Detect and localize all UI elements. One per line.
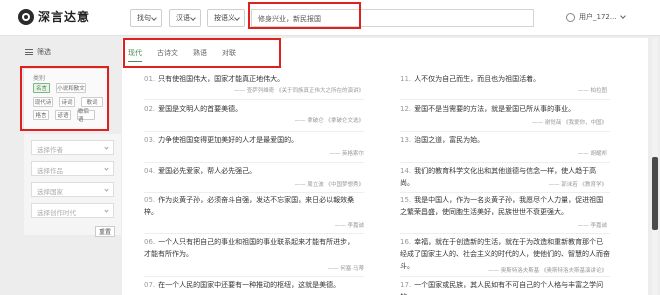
mode-select[interactable]: 按语义	[207, 9, 245, 27]
list-item[interactable]: 01. 只有使祖国伟大，国家才能真正地伟大。	[144, 73, 359, 85]
divider	[400, 131, 610, 132]
user-name: 用户_172...	[579, 13, 617, 21]
divider	[144, 131, 364, 132]
chevron-down-icon	[104, 187, 109, 192]
quote-source[interactable]: —— 何塞·马蒂	[150, 264, 365, 272]
user-icon	[566, 12, 575, 22]
language-select-label: 汉语	[176, 14, 190, 22]
list-item[interactable]: 12. 爱国不是当需要的方法，就是爱国已所从事的事业。	[400, 103, 610, 115]
quote-source[interactable]: —— 英格索尔	[150, 149, 364, 157]
chevron-down-icon	[619, 13, 626, 19]
quote-text: 一个国家或民族，其人民如有不可自己的个人格与丰富之学问的。	[400, 281, 604, 295]
list-item[interactable]: 15. 我是中国人，作为一名炎黄子孙，我愿尽个人力量，促进祖国之繁荣昌盛，使同胞生…	[400, 194, 610, 218]
list-item[interactable]: 07. 在一个人民的国家中还要有一种推动的枢纽，这就是美德。	[144, 279, 359, 291]
quote-text: 爱国是文明人的首要美德。	[158, 105, 243, 113]
search-highlight-box	[248, 2, 361, 29]
author-select[interactable]: 选择作者	[31, 140, 114, 155]
quote-text: 治国之道，富民为始。	[414, 136, 485, 144]
quote-source[interactable]: —— 李嘉诚	[405, 221, 607, 229]
divider	[144, 233, 364, 234]
author-select-placeholder: 选择作者	[37, 146, 63, 154]
divider	[144, 162, 364, 163]
quote-source[interactable]: —— 周立波 《中国梦想秀》	[150, 180, 365, 188]
list-item[interactable]: 05. 作为炎黄子孙，必须奋斗自强，发达不忘家国，来日必以報效桑梓。	[144, 194, 359, 218]
menu-icon	[25, 49, 33, 55]
country-select[interactable]: 选择国家	[31, 182, 114, 197]
divider	[400, 99, 610, 100]
list-item[interactable]: 02. 爱国是文明人的首要美德。	[144, 103, 359, 115]
quote-source[interactable]: —— 拿破仑 《拿破仑文选》	[150, 116, 365, 124]
chevron-down-icon	[190, 15, 196, 21]
list-item[interactable]: 11. 人不仅为自己而生，而且也为祖国活着。	[400, 73, 610, 85]
filter-heading: 筛选	[25, 47, 51, 57]
quote-source[interactable]: —— 奥斯特洛夫斯基 《奥斯特洛夫斯基演讲论》	[405, 266, 607, 274]
quote-text: 力争使祖国变得更加美好的人才是最爱国的。	[158, 136, 299, 144]
quote-text: 我是中国人，作为一名炎黄子孙，我愿尽个人力量，促进祖国之繁荣昌盛，使同胞生活美好…	[400, 196, 604, 216]
find-select-label: 找句	[137, 14, 151, 22]
divider	[400, 162, 610, 163]
work-select[interactable]: 选择作品	[31, 161, 114, 176]
language-select[interactable]: 汉语	[169, 9, 201, 27]
divider	[144, 99, 364, 100]
quote-text: 作为炎黄子孙，必须奋斗自强，发达不忘家国，来日必以報效桑梓。	[144, 196, 355, 216]
quote-source[interactable]: —— 胡耀邦	[405, 149, 607, 157]
quote-source[interactable]: —— 柏拉图	[405, 86, 607, 94]
category-highlight-box	[20, 66, 109, 131]
list-item[interactable]: 17.一个国家或民族，其人民如有不可自己的个人格与丰富之学问的。	[400, 279, 610, 295]
divider	[400, 276, 610, 277]
quote-text: 在一个人民的国家中还要有一种推动的枢纽，这就是美德。	[158, 281, 341, 289]
divider	[400, 192, 610, 193]
chevron-down-icon	[151, 15, 157, 21]
scrollbar-thumb[interactable]	[652, 157, 658, 230]
page: 深言达意 找句 汉语 按语义 修身兴业，新民报国 用户_172... 筛选 类别…	[0, 0, 660, 295]
divider	[400, 233, 610, 234]
reset-button[interactable]: 重置	[95, 226, 115, 237]
work-select-placeholder: 选择作品	[37, 167, 63, 175]
logo[interactable]: 深言达意	[18, 8, 90, 25]
era-select-placeholder: 选择创作时代	[37, 209, 76, 217]
list-item[interactable]: 03. 力争使祖国变得更加美好的人才是最爱国的。	[144, 134, 359, 146]
list-item[interactable]: 04. 爱国必先爱家，帮人必先强己。	[144, 165, 359, 177]
divider	[144, 276, 364, 277]
filter-title: 筛选	[37, 48, 51, 56]
logo-icon	[18, 8, 34, 25]
quote-text: 只有使祖国伟大，国家才能真正地伟大。	[158, 75, 285, 83]
quote-text: 爱国不是当需要的方法，就是爱国已所从事的事业。	[414, 105, 576, 113]
mode-select-label: 按语义	[214, 14, 235, 22]
chevron-down-icon	[104, 208, 109, 213]
tabs-highlight-box	[123, 38, 281, 68]
quote-source[interactable]: —— 谢觉哉 《我爱你，中国》	[405, 118, 607, 126]
logo-text: 深言达意	[38, 10, 91, 24]
quote-source[interactable]: —— 郭沫若 《教育学》	[405, 180, 608, 188]
find-select[interactable]: 找句	[130, 9, 162, 27]
list-item[interactable]: 06. 一个人只有把自己的事业和祖国的事业联系起来才能有所进步，才能有所作为。	[144, 236, 359, 260]
chevron-down-icon	[104, 166, 109, 171]
country-select-placeholder: 选择国家	[37, 188, 63, 196]
quote-source[interactable]: —— 查萨列维奇 《关于同族真正伟大之所在的演讲》	[150, 86, 364, 94]
chevron-down-icon	[104, 145, 109, 150]
chevron-down-icon	[234, 15, 240, 21]
user-menu[interactable]: 用户_172...	[566, 12, 626, 22]
divider	[144, 192, 364, 193]
list-item[interactable]: 13. 治国之道，富民为始。	[400, 134, 610, 146]
era-select[interactable]: 选择创作时代	[31, 203, 114, 218]
quote-source[interactable]: —— 李嘉诚	[150, 221, 364, 229]
quote-text: 人不仅为自己而生，而且也为祖国活着。	[414, 75, 541, 83]
quote-text: 一个人只有把自己的事业和祖国的事业联系起来才能有所进步，才能有所作为。	[144, 238, 355, 258]
quote-text: 爱国必先爱家，帮人必先强己。	[158, 167, 257, 175]
